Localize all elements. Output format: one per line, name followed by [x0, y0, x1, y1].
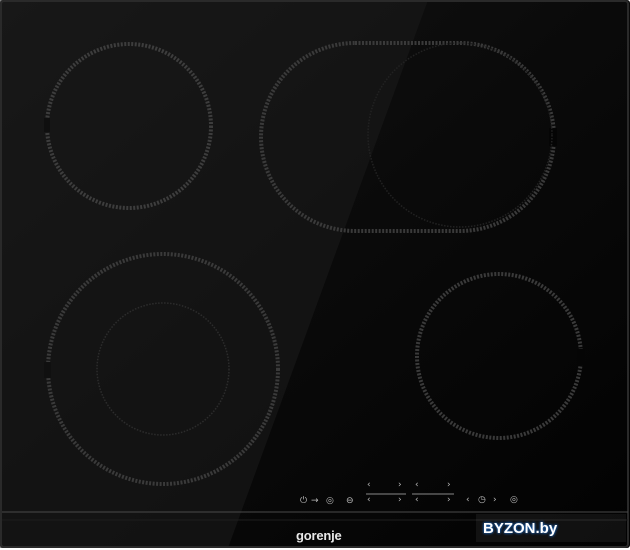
chevron-left-icon[interactable]: ‹: [466, 496, 470, 505]
chevron-right-icon[interactable]: ›: [447, 481, 451, 490]
timer-icon[interactable]: ◷: [478, 496, 486, 505]
brand-logo: gorenje: [296, 528, 342, 543]
cooktop: [0, 0, 630, 548]
lock-icon[interactable]: ◎: [326, 497, 334, 506]
chevron-right-icon[interactable]: ›: [493, 496, 497, 505]
chevron-right-icon[interactable]: ›: [398, 481, 402, 490]
power-arrow-icon: →: [311, 496, 319, 506]
chevron-right-icon[interactable]: ›: [398, 496, 402, 505]
chevron-left-icon[interactable]: ‹: [367, 496, 371, 505]
timer-extra-icon[interactable]: ◎: [510, 496, 518, 505]
chevron-left-icon[interactable]: ‹: [415, 496, 419, 505]
chevron-right-icon[interactable]: ›: [447, 496, 451, 505]
power-icon[interactable]: ⏻: [300, 497, 307, 506]
bridge-icon[interactable]: ⊖: [346, 497, 354, 506]
chevron-left-icon[interactable]: ‹: [415, 481, 419, 490]
watermark: BYZON.by: [483, 520, 558, 537]
chevron-left-icon[interactable]: ‹: [367, 481, 371, 490]
